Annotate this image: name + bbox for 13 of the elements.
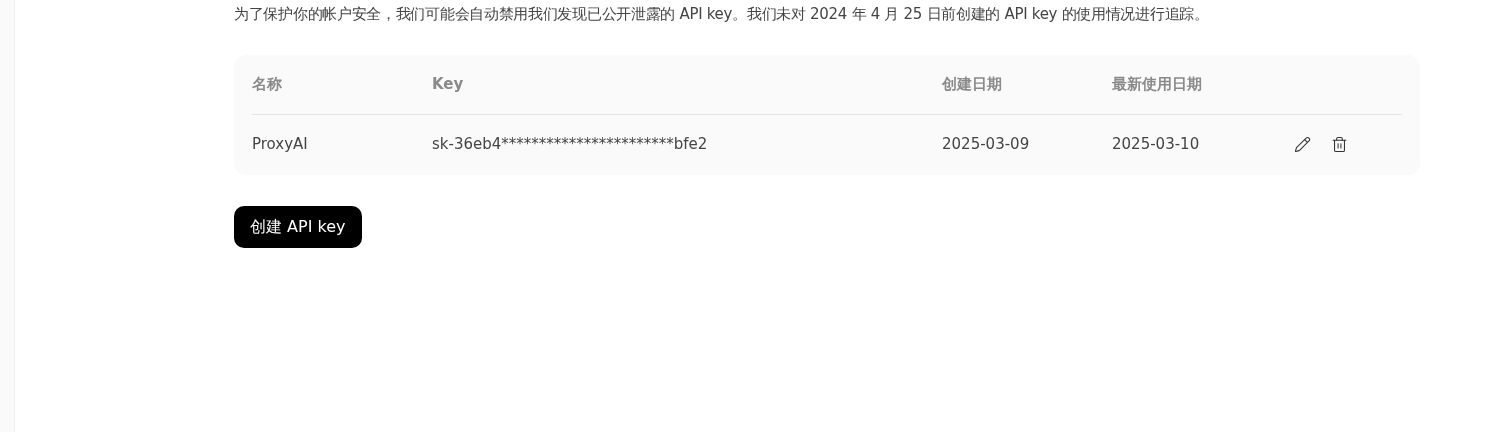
- table-cell-text: 2025-03-09: [942, 134, 1031, 156]
- table-cell-text: ProxyAI: [252, 134, 309, 156]
- create-api-key-button[interactable]: 创建 API key: [234, 206, 362, 248]
- column-header: 名称: [252, 74, 283, 96]
- security-notice: 为了保护你的帐户安全，我们可能会自动禁用我们发现已公开泄露的 API key。我们未对 2024 年 4 月 25 日前创建的 API key 的使用情况进行追踪。: [234, 4, 1210, 25]
- pencil-icon: [1294, 136, 1311, 153]
- column-header: 创建日期: [942, 74, 1003, 96]
- column-header: 最新使用日期: [1112, 74, 1203, 96]
- edit-button[interactable]: [1292, 134, 1313, 155]
- table-cell-text: 2025-03-10: [1112, 134, 1201, 156]
- table-cell-text: sk-36eb4***********************bfe2: [432, 134, 709, 156]
- column-header: Key: [432, 74, 465, 96]
- trash-icon: [1331, 136, 1348, 153]
